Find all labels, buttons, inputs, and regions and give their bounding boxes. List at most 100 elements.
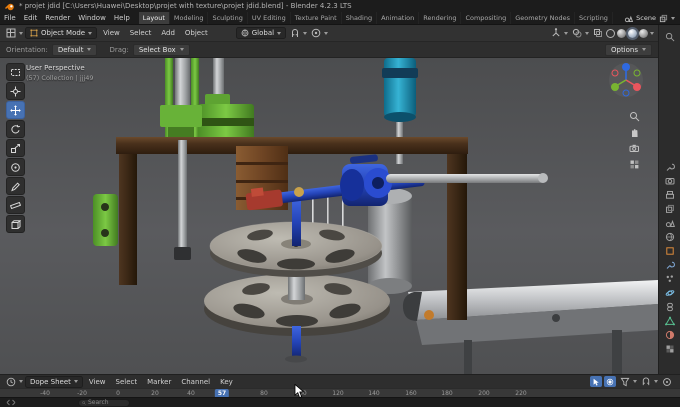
workspace-tab-uv-editing[interactable]: UV Editing	[248, 12, 291, 24]
shading-rendered-icon[interactable]	[639, 28, 648, 38]
tab-particles[interactable]	[663, 273, 676, 284]
tool-rotate[interactable]	[6, 120, 25, 138]
snap-magnet-icon[interactable]	[288, 27, 301, 40]
menu-viewport-add[interactable]: Add	[157, 29, 179, 37]
zoom-icon[interactable]	[628, 110, 641, 123]
tool-measure[interactable]	[6, 196, 25, 214]
tab-texture[interactable]	[663, 343, 676, 354]
tab-scene[interactable]	[663, 217, 676, 228]
workspace-tab-compositing[interactable]: Compositing	[461, 12, 512, 24]
mode-selector[interactable]: Object Mode	[25, 27, 98, 39]
options-button[interactable]: Options	[604, 43, 652, 56]
menu-timeline-key[interactable]: Key	[216, 378, 237, 386]
scene-selector[interactable]: Scene	[619, 12, 680, 24]
tool-transform[interactable]	[6, 158, 25, 176]
tool-select-box[interactable]	[6, 63, 25, 81]
transform-snap-group: Global	[235, 27, 329, 40]
properties-search-icon[interactable]	[663, 30, 676, 43]
navigation-gizmo[interactable]	[608, 62, 644, 98]
menu-viewport-select[interactable]: Select	[126, 29, 156, 37]
tab-view-layer[interactable]	[663, 203, 676, 214]
tab-render[interactable]	[663, 175, 676, 186]
filter-chevron-icon[interactable]	[633, 380, 637, 383]
tool-move[interactable]	[6, 101, 25, 119]
workspace-tab-shading[interactable]: Shading	[342, 12, 378, 24]
tab-object-data[interactable]	[663, 315, 676, 326]
dope-sheet-mode-selector[interactable]: Dope Sheet	[25, 375, 83, 388]
tool-scale[interactable]	[6, 139, 25, 157]
workspace-tab-modeling[interactable]: Modeling	[170, 12, 209, 24]
menu-edit[interactable]: Edit	[20, 12, 42, 24]
show-hidden-filter-icon[interactable]	[604, 376, 616, 387]
tab-modifiers[interactable]	[663, 259, 676, 270]
workspace-tab-rendering[interactable]: Rendering	[419, 12, 462, 24]
only-selected-filter-icon[interactable]	[590, 376, 602, 387]
workspace-tab-sculpting[interactable]: Sculpting	[208, 12, 248, 24]
steel-rod[interactable]	[386, 173, 548, 183]
toggle-xray-icon[interactable]	[591, 27, 604, 40]
viewport-3d[interactable]: User Perspective (57) Collection | jjj49	[0, 58, 658, 374]
menubar: File Edit Render Window Help Layout Mode…	[0, 12, 680, 25]
search-input[interactable]	[88, 399, 126, 406]
viewport-toggles-group	[549, 27, 654, 40]
editor-corner-icon[interactable]	[6, 399, 16, 406]
overlays-options-chevron-icon[interactable]	[585, 31, 589, 35]
toggle-ortho-icon[interactable]	[628, 158, 641, 171]
workspace-tab-layout[interactable]: Layout	[138, 12, 170, 24]
workspace-tab-texture-paint[interactable]: Texture Paint	[291, 12, 342, 24]
tab-output[interactable]	[663, 189, 676, 200]
shading-solid-icon[interactable]	[617, 28, 626, 38]
menu-render[interactable]: Render	[41, 12, 74, 24]
shading-material-icon[interactable]	[628, 28, 637, 38]
gizmo-z-axis[interactable]	[622, 63, 630, 71]
menu-timeline-channel[interactable]: Channel	[177, 378, 214, 386]
drag-setting-value: Select Box	[138, 45, 176, 54]
timeline-header: Dope Sheet View Select Marker Channel Ke…	[0, 374, 680, 388]
proportional-options-chevron-icon[interactable]	[324, 31, 329, 35]
menu-help[interactable]: Help	[110, 12, 134, 24]
gizmo-x-axis[interactable]	[633, 83, 641, 91]
drag-setting-selector[interactable]: Select Box	[132, 43, 190, 56]
show-overlays-icon[interactable]	[570, 27, 583, 40]
tool-annotate[interactable]	[6, 177, 25, 195]
shading-options-chevron-icon[interactable]	[650, 31, 654, 35]
menu-timeline-view[interactable]: View	[85, 378, 110, 386]
tool-add-cube[interactable]	[6, 215, 25, 233]
show-gizmo-icon[interactable]	[549, 27, 562, 40]
tool-cursor[interactable]	[6, 82, 25, 100]
menu-timeline-marker[interactable]: Marker	[143, 378, 175, 386]
filter-funnel-icon[interactable]	[618, 375, 631, 388]
gizmo-y-axis[interactable]	[611, 83, 619, 91]
snap-keys-chevron-icon[interactable]	[654, 380, 658, 383]
transform-orientation-selector[interactable]: Global	[235, 27, 287, 39]
menu-viewport-view[interactable]: View	[99, 29, 124, 37]
camera-view-icon[interactable]	[628, 142, 641, 155]
editor-type-icon[interactable]	[4, 27, 17, 40]
proportional-editing-icon[interactable]	[309, 27, 322, 40]
scene-canvas[interactable]	[0, 58, 658, 374]
shading-wireframe-icon[interactable]	[606, 28, 615, 38]
proportional-keys-icon[interactable]	[660, 375, 673, 388]
snap-options-chevron-icon[interactable]	[303, 31, 308, 35]
tab-physics[interactable]	[663, 287, 676, 298]
snap-keys-icon[interactable]	[639, 375, 652, 388]
tab-tool[interactable]	[663, 161, 676, 172]
orientation-setting-selector[interactable]: Default	[51, 43, 98, 56]
gizmo-options-chevron-icon[interactable]	[564, 31, 568, 35]
tab-material[interactable]	[663, 329, 676, 340]
menu-timeline-select[interactable]: Select	[112, 378, 142, 386]
workspace-tab-geometry-nodes[interactable]: Geometry Nodes	[511, 12, 576, 24]
global-search[interactable]	[78, 398, 130, 407]
tab-object[interactable]	[663, 245, 676, 256]
menu-file[interactable]: File	[0, 12, 20, 24]
pan-hand-icon[interactable]	[628, 126, 641, 139]
tab-world[interactable]	[663, 231, 676, 242]
menu-viewport-object[interactable]: Object	[181, 29, 212, 37]
green-plate[interactable]	[93, 194, 118, 246]
tab-constraints[interactable]	[663, 301, 676, 312]
timeline-ruler[interactable]: -40 -20 0 20 40 80 100 120 140 160 180 2…	[0, 388, 680, 398]
workspace-tab-scripting[interactable]: Scripting	[575, 12, 613, 24]
timeline-editor-type-icon[interactable]	[4, 375, 17, 388]
menu-window[interactable]: Window	[74, 12, 110, 24]
workspace-tab-animation[interactable]: Animation	[377, 12, 420, 24]
